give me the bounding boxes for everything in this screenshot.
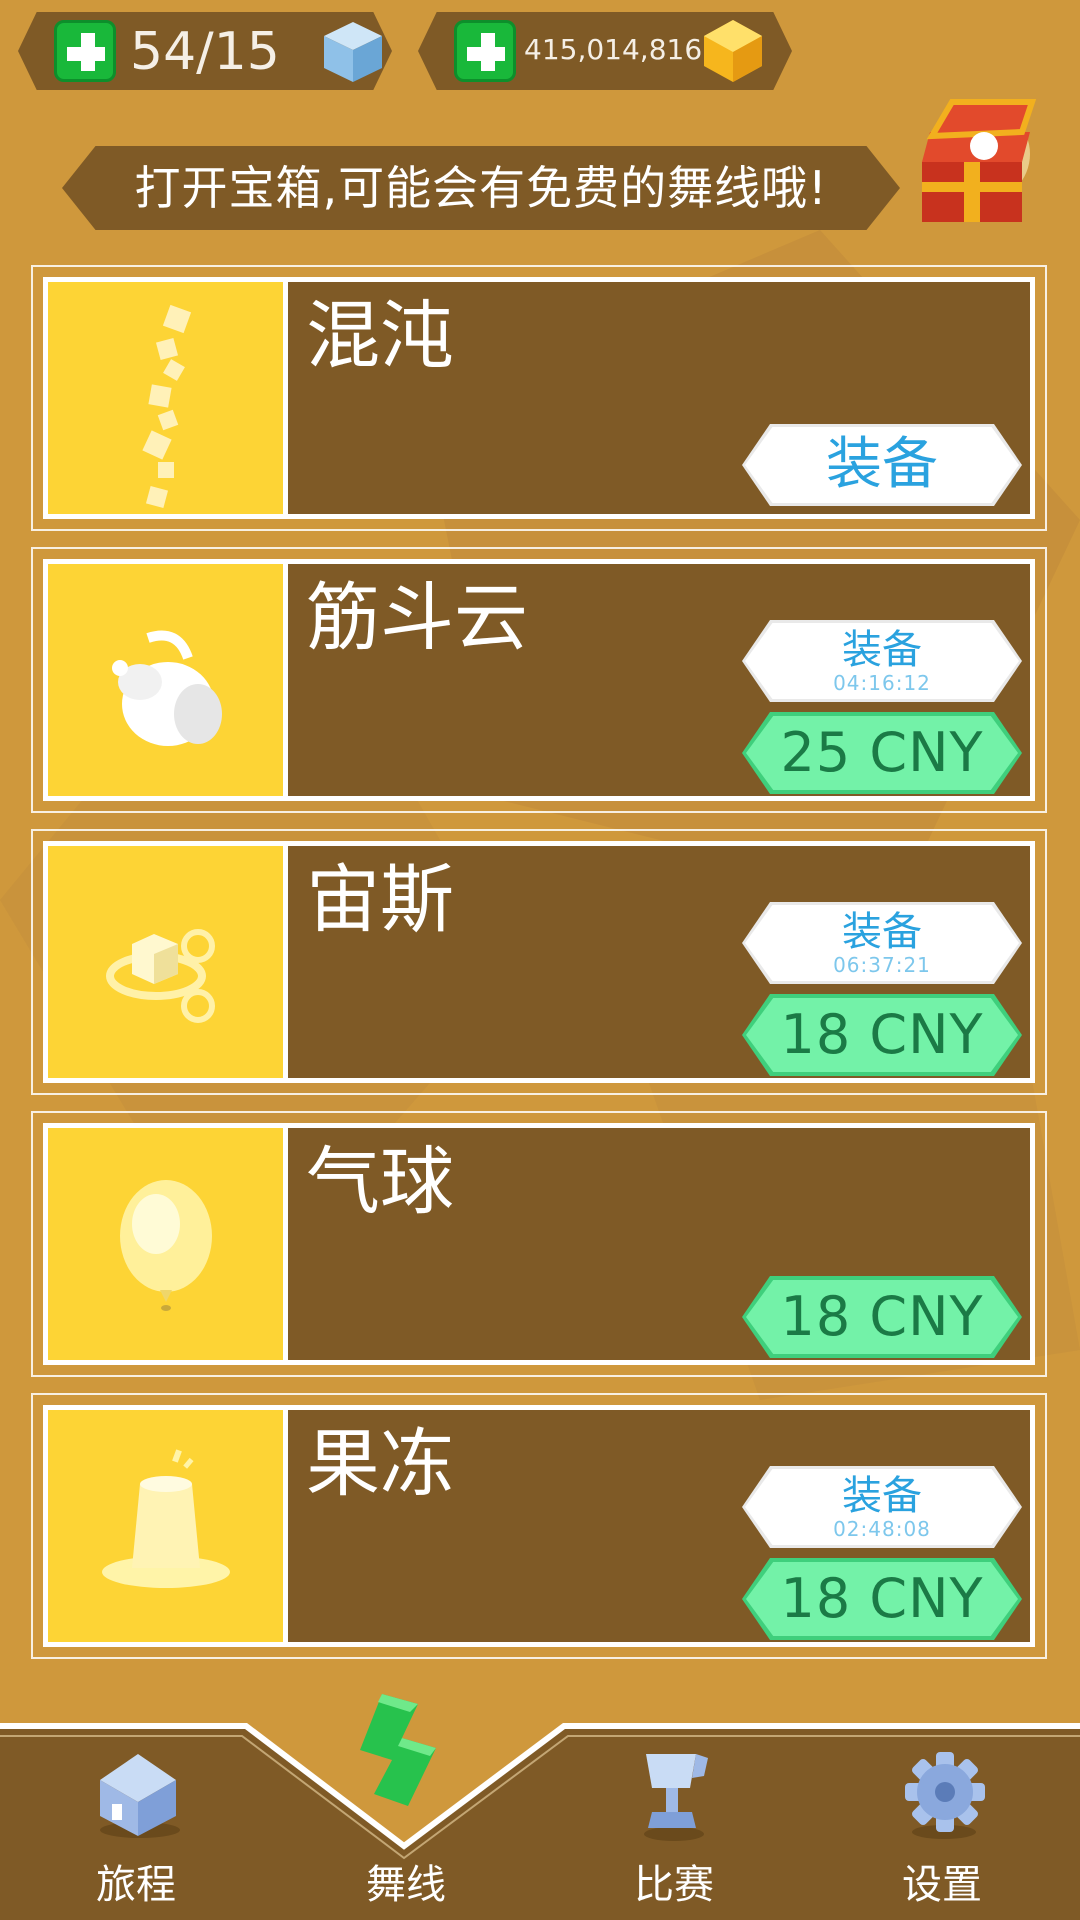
cloud-icon <box>112 630 222 746</box>
house-icon <box>100 1754 180 1838</box>
cube-trail-icon <box>142 304 192 509</box>
item-card-balloon: 气球 18 CNY <box>31 1111 1047 1377</box>
trial-equip-button[interactable]: 装备 06:37:21 <box>742 902 1022 984</box>
item-card-zeus: 宙斯 装备 06:37:21 18 CNY <box>31 829 1047 1095</box>
trial-timer: 04:16:12 <box>833 671 931 695</box>
item-card-jelly: 果冻 装备 02:48:08 18 CNY <box>31 1393 1047 1659</box>
blue-cube-icon <box>324 22 382 82</box>
item-title: 筋斗云 <box>306 575 528 661</box>
energy-value: 54/15 <box>130 22 280 82</box>
trophy-icon <box>644 1754 708 1841</box>
tab-competition[interactable]: 比赛 <box>564 1722 784 1920</box>
treasure-chest-icon[interactable] <box>902 92 1052 242</box>
trial-equip-button[interactable]: 装备 04:16:12 <box>742 620 1022 702</box>
zeus-icon <box>106 929 215 1023</box>
buy-button[interactable]: 18 CNY <box>742 994 1022 1076</box>
tab-journey[interactable]: 旅程 <box>26 1722 246 1920</box>
item-thumbnail <box>48 1128 288 1360</box>
gem-value: 415,014,816 <box>524 33 703 66</box>
gold-gem-icon <box>704 20 762 82</box>
chest-hint-banner: 打开宝箱,可能会有免费的舞线哦! <box>62 146 900 230</box>
gem-counter: 415,014,816 <box>418 12 792 90</box>
item-card-chaos: 混沌 装备 <box>31 265 1047 531</box>
item-card-cloud: 筋斗云 装备 04:16:12 25 CNY <box>31 547 1047 813</box>
trial-timer: 06:37:21 <box>833 953 931 977</box>
dance-line-icon <box>360 1694 436 1806</box>
item-title: 宙斯 <box>306 857 454 943</box>
item-thumbnail <box>48 1410 288 1642</box>
add-energy-button[interactable] <box>54 20 116 82</box>
add-gems-button[interactable] <box>454 20 516 82</box>
equip-button[interactable]: 装备 <box>742 424 1022 506</box>
item-title: 气球 <box>306 1139 454 1225</box>
trial-timer: 02:48:08 <box>833 1517 931 1541</box>
balloon-icon <box>120 1180 212 1311</box>
item-thumbnail <box>48 282 288 514</box>
tab-dance-line[interactable]: 舞线 <box>296 1694 516 1920</box>
buy-button[interactable]: 18 CNY <box>742 1558 1022 1640</box>
tab-settings[interactable]: 设置 <box>832 1722 1052 1920</box>
trial-equip-button[interactable]: 装备 02:48:08 <box>742 1466 1022 1548</box>
item-thumbnail <box>48 846 288 1078</box>
item-title: 果冻 <box>306 1421 454 1507</box>
item-title: 混沌 <box>306 293 454 379</box>
buy-button[interactable]: 18 CNY <box>742 1276 1022 1358</box>
bottom-nav: 旅程 舞线 比赛 设置 <box>0 1694 1080 1920</box>
energy-counter: 54/15 <box>18 12 392 90</box>
jelly-icon <box>102 1449 230 1588</box>
gear-icon <box>905 1752 985 1839</box>
buy-button[interactable]: 25 CNY <box>742 712 1022 794</box>
item-thumbnail <box>48 564 288 796</box>
